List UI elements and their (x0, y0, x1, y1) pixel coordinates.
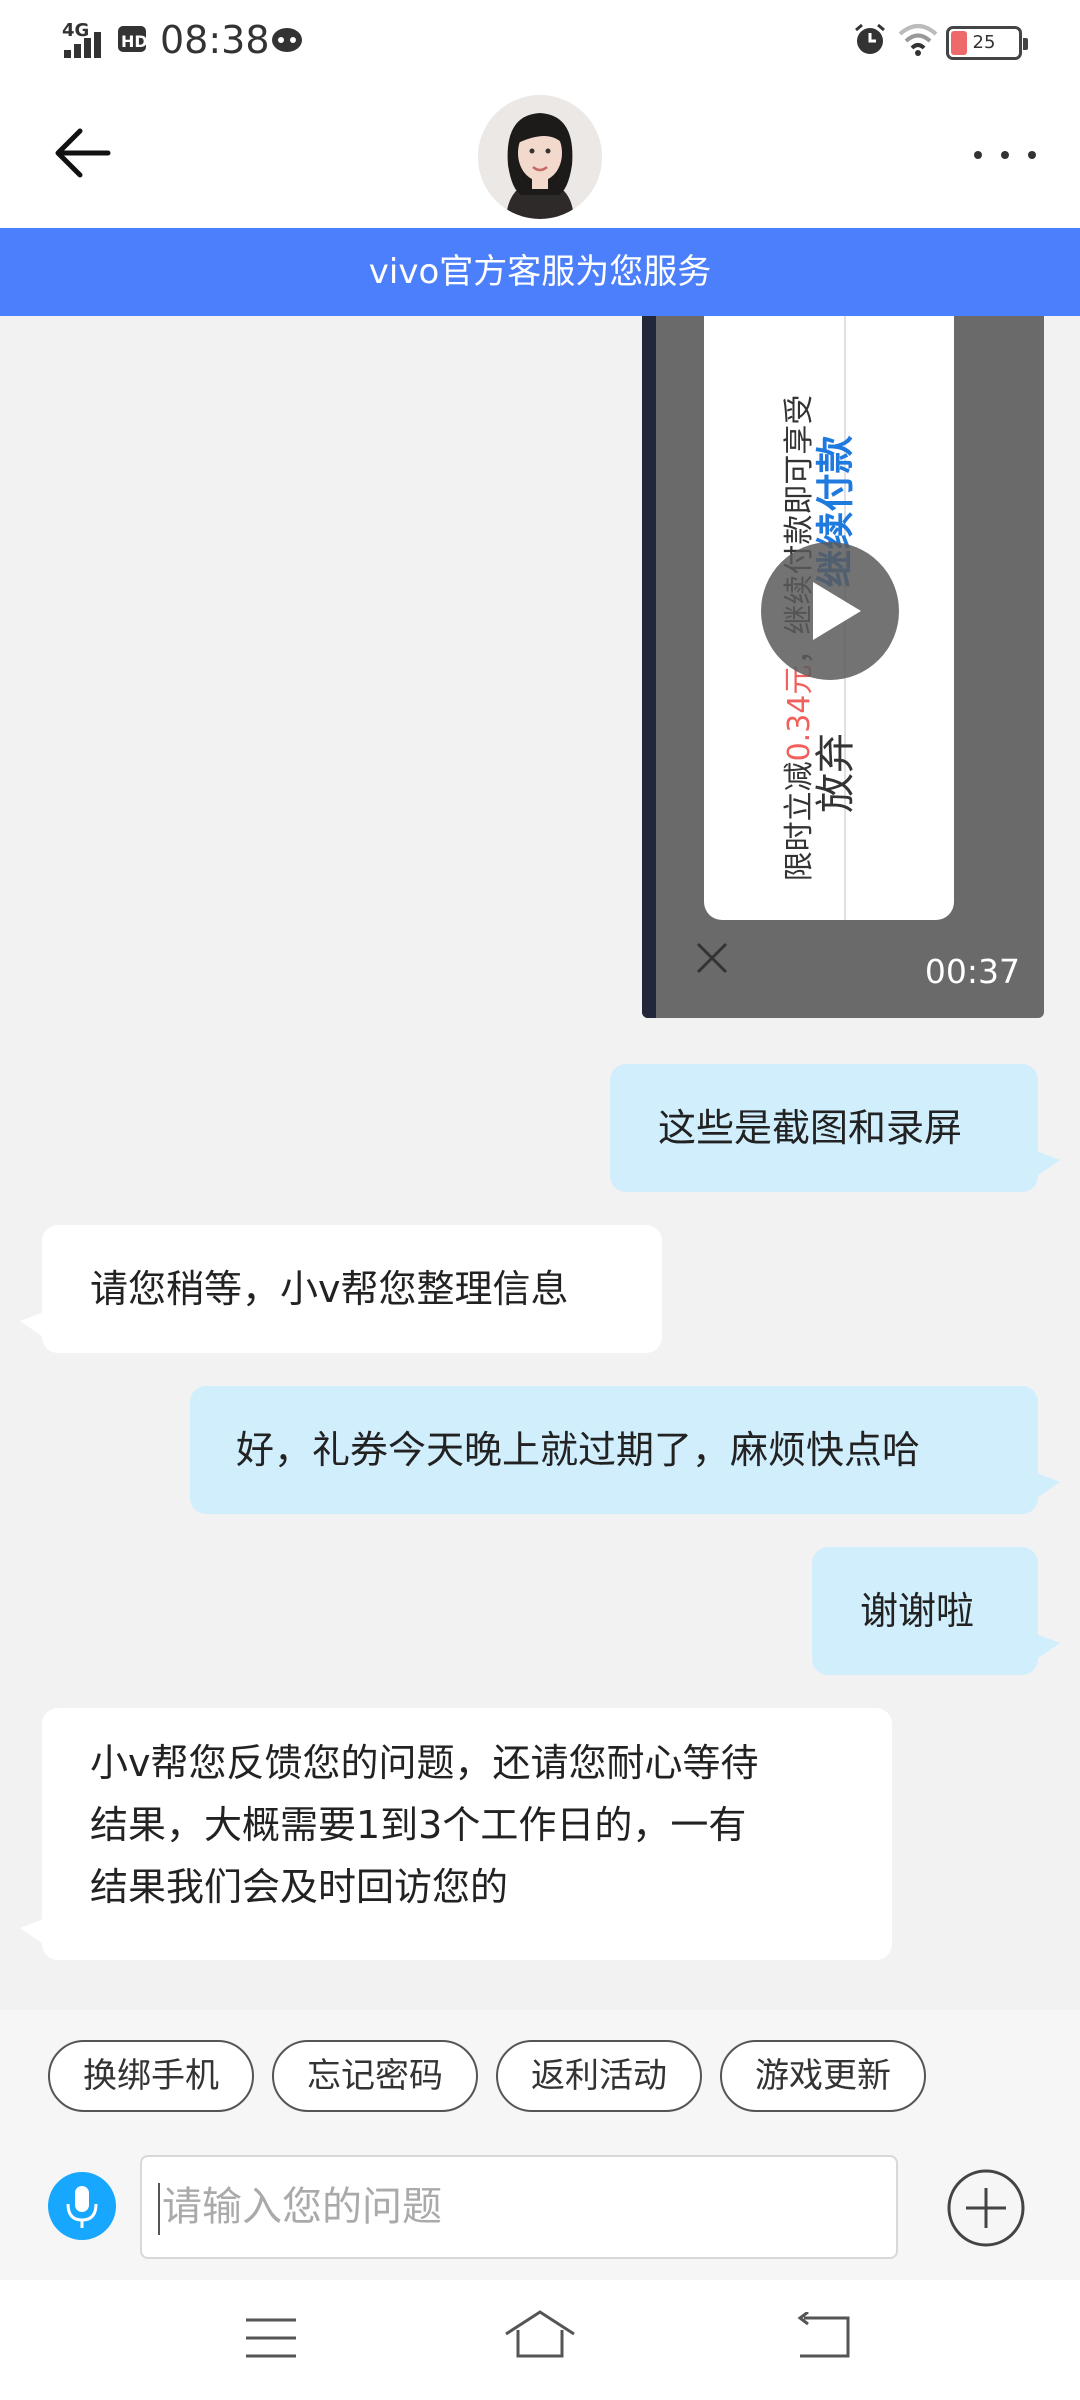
status-bar: 4G HD 08:38 25 (0, 0, 1080, 85)
back-arrow-icon[interactable] (50, 120, 116, 186)
voice-input-button[interactable] (48, 2172, 116, 2240)
more-options-icon[interactable] (970, 140, 1040, 170)
message-text-line: 结果我们会及时回访您的 (90, 1865, 509, 1909)
back-icon[interactable] (794, 2312, 852, 2362)
play-icon (813, 582, 861, 640)
app-notification-icon (272, 28, 302, 52)
message-bubble-received: 小v帮您反馈您的问题，还请您耐心等待 结果，大概需要1到3个工作日的，一有 结果… (20, 1708, 892, 1960)
wifi-icon (898, 24, 938, 56)
message-bubble-sent: 谢谢啦 (812, 1547, 1060, 1675)
battery-icon: 25 (946, 26, 1028, 60)
bubble-tail (1034, 1633, 1060, 1661)
video-frame-edge (642, 316, 656, 1018)
avatar-portrait-icon (478, 95, 602, 219)
home-icon[interactable] (504, 2308, 576, 2362)
message-text: 这些是截图和录屏 (658, 1106, 963, 1150)
quick-reply-game-update[interactable]: 游戏更新 (720, 2040, 926, 2112)
question-input[interactable]: 请输入您的问题 (140, 2155, 898, 2259)
system-navigation-bar (0, 2280, 1080, 2400)
play-button[interactable] (761, 542, 899, 680)
alarm-icon (855, 23, 885, 54)
input-placeholder: 请输入您的问题 (162, 2184, 442, 2230)
message-bubble-sent: 这些是截图和录屏 (610, 1064, 1060, 1192)
bubble-tail (1034, 1472, 1060, 1500)
message-text: 谢谢啦 (860, 1589, 975, 1633)
agent-avatar[interactable] (478, 95, 602, 219)
quick-reply-rebind-phone[interactable]: 换绑手机 (48, 2040, 254, 2112)
bubble-tail (20, 1311, 46, 1339)
battery-tip (1023, 38, 1028, 50)
message-text: 请您稍等，小v帮您整理信息 (90, 1267, 569, 1311)
menu-icon[interactable] (244, 2314, 298, 2362)
message-text-line: 小v帮您反馈您的问题，还请您耐心等待 (90, 1741, 759, 1785)
message-bubble-received: 请您稍等，小v帮您整理信息 (20, 1225, 662, 1353)
hd-badge: HD (118, 26, 148, 52)
video-message[interactable]: 限时立减0.34元，继续付款即可享受 继续付款 放弃 00:37 (642, 316, 1044, 1018)
clock: 08:38 (160, 18, 270, 62)
text-cursor (158, 2183, 160, 2235)
message-text: 好，礼券今天晚上就过期了，麻烦快点哈 (236, 1428, 921, 1472)
video-duration: 00:37 (924, 952, 1020, 991)
signal-icon (64, 32, 101, 58)
bubble-tail (20, 1918, 46, 1946)
battery-level: 25 (972, 32, 996, 53)
microphone-icon (66, 2186, 98, 2228)
add-attachment-icon[interactable] (946, 2168, 1026, 2248)
quick-reply-rebate-activity[interactable]: 返利活动 (496, 2040, 702, 2112)
message-bubble-sent: 好，礼券今天晚上就过期了，麻烦快点哈 (190, 1386, 1060, 1514)
close-icon (696, 942, 728, 974)
message-text-line: 结果，大概需要1到3个工作日的，一有 (90, 1803, 747, 1847)
service-banner: vivo官方客服为您服务 (0, 228, 1080, 316)
bubble-tail (1034, 1150, 1060, 1178)
quick-reply-forgot-password[interactable]: 忘记密码 (272, 2040, 478, 2112)
